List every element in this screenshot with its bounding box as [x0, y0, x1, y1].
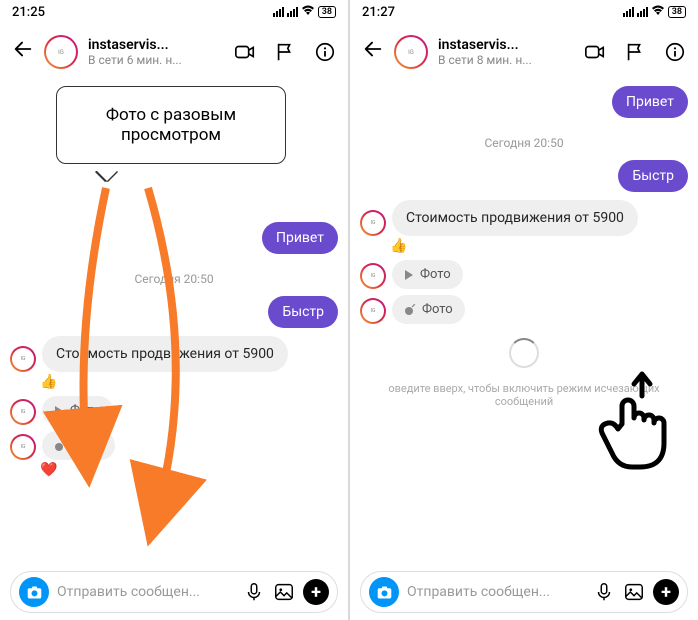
bomb-icon [404, 304, 416, 316]
sent-message[interactable]: Быстр [268, 296, 338, 328]
message-row: IG Фото [360, 295, 688, 324]
chat-presence: В сети 8 мин. н... [438, 53, 574, 67]
battery-icon: 38 [318, 6, 336, 18]
chat-username[interactable]: instaservis... [88, 37, 224, 53]
avatar[interactable]: IG [360, 263, 386, 289]
input-bar: Отправить сообщен... + [0, 564, 348, 620]
avatar[interactable]: IG [44, 35, 78, 69]
signal-icon [637, 7, 648, 17]
received-message[interactable]: Стоимость продвижения от 5900 [392, 200, 638, 236]
message-row: IG Стоимость продвижения от 5900 [360, 200, 688, 236]
wifi-icon [651, 5, 665, 20]
avatar[interactable]: IG [360, 210, 386, 236]
sent-message[interactable]: Быстр [618, 160, 688, 192]
tooltip-bubble: Фото с разовым просмотром [56, 86, 286, 164]
chat-body: Фото с разовым просмотром Привет Сегодня… [0, 80, 348, 564]
mic-icon[interactable] [243, 581, 265, 603]
timestamp: Сегодня 20:50 [360, 136, 688, 150]
back-button[interactable] [12, 38, 34, 66]
status-bar: 21:25 38 [0, 0, 348, 24]
chat-body: Привет Сегодня 20:50 Быстр IG Стоимость … [350, 80, 698, 564]
photo-chip-play[interactable]: Фото [392, 260, 463, 289]
message-input[interactable]: Отправить сообщен... + [10, 571, 338, 613]
flag-icon[interactable] [274, 41, 296, 63]
phone-left: 21:25 38 IG instaservis... В сети 6 мин.… [0, 0, 348, 620]
input-placeholder: Отправить сообщен... [57, 584, 235, 600]
message-input[interactable]: Отправить сообщен... + [360, 571, 688, 613]
avatar[interactable]: IG [394, 35, 428, 69]
flag-icon[interactable] [624, 41, 646, 63]
avatar[interactable]: IG [10, 346, 36, 372]
photo-label: Фото [422, 302, 453, 317]
bomb-icon [54, 440, 66, 452]
avatar[interactable]: IG [360, 298, 386, 324]
camera-button[interactable] [19, 577, 49, 607]
gallery-icon[interactable] [623, 581, 645, 603]
status-bar: 21:27 38 [350, 0, 698, 24]
swipe-up-gesture-icon [592, 368, 672, 482]
info-icon[interactable] [314, 41, 336, 63]
status-time: 21:27 [362, 5, 395, 20]
signal-icon [273, 7, 284, 17]
chat-username[interactable]: instaservis... [438, 37, 574, 53]
annotation-arrow [118, 188, 218, 522]
back-button[interactable] [362, 38, 384, 66]
video-call-icon[interactable] [234, 41, 256, 63]
status-time: 21:25 [12, 5, 45, 20]
chat-presence: В сети 6 мин. н... [88, 53, 224, 67]
message-row: IG Фото [360, 260, 688, 289]
photo-chip-bomb[interactable]: Фото [392, 295, 465, 324]
signal-icon [623, 7, 634, 17]
reaction-thumb-icon[interactable]: 👍 [390, 238, 688, 254]
info-icon[interactable] [664, 41, 686, 63]
photo-label: Фото [420, 267, 451, 282]
sent-message[interactable]: Привет [612, 86, 688, 118]
play-icon [54, 406, 64, 416]
battery-icon: 38 [668, 6, 686, 18]
phone-right: 21:27 38 IG instaservis... В сети 8 мин.… [350, 0, 698, 620]
gallery-icon[interactable] [273, 581, 295, 603]
video-call-icon[interactable] [584, 41, 606, 63]
play-icon [404, 270, 414, 280]
add-button[interactable]: + [653, 579, 679, 605]
input-bar: Отправить сообщен... + [350, 564, 698, 620]
signal-icon [287, 7, 298, 17]
input-placeholder: Отправить сообщен... [407, 584, 585, 600]
add-button[interactable]: + [303, 579, 329, 605]
wifi-icon [301, 5, 315, 20]
avatar[interactable]: IG [10, 399, 36, 425]
chat-header: IG instaservis... В сети 6 мин. н... [0, 24, 348, 80]
camera-button[interactable] [369, 577, 399, 607]
avatar[interactable]: IG [10, 434, 36, 460]
chat-header: IG instaservis... В сети 8 мин. н... [350, 24, 698, 80]
loading-spinner [509, 338, 539, 368]
mic-icon[interactable] [593, 581, 615, 603]
sent-message[interactable]: Привет [262, 222, 338, 254]
